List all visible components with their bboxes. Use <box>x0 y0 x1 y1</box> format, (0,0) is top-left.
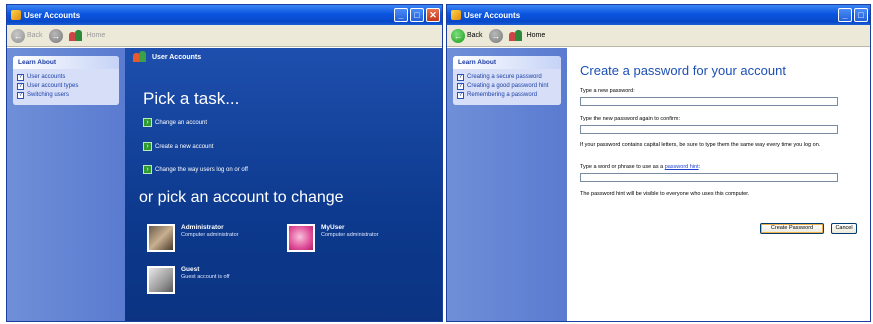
account-myuser[interactable]: MyUser Computer administrator <box>287 224 378 252</box>
task-arrow-icon: › <box>143 118 152 127</box>
back-arrow-icon: ← <box>451 28 465 43</box>
home-icon <box>68 29 83 42</box>
user-accounts-logo-icon <box>133 51 147 63</box>
main-panel: Create a password for your account Type … <box>567 48 870 321</box>
task-arrow-icon: › <box>143 165 152 174</box>
user-accounts-window-right: User Accounts _ □ ← Back → Home Learn Ab… <box>446 4 871 322</box>
learn-item-user-accounts[interactable]: ? User accounts <box>17 74 115 81</box>
home-button[interactable]: Home <box>508 29 545 42</box>
forward-arrow-icon: → <box>488 28 503 43</box>
toolbar: ← Back → Home <box>7 25 442 47</box>
avatar <box>147 266 175 294</box>
password-hint-input[interactable] <box>580 173 838 182</box>
learn-about-box: Learn About ? User accounts ? User accou… <box>13 56 119 105</box>
main-panel: User Accounts Pick a task... › Change an… <box>125 48 442 321</box>
panel-header: User Accounts <box>125 50 442 64</box>
forward-button[interactable]: → <box>488 28 503 43</box>
help-icon: ? <box>457 74 464 81</box>
forward-arrow-icon: → <box>48 28 63 43</box>
pick-task-heading: Pick a task... <box>143 89 240 108</box>
password-hint-label: Type a word or phrase to use as a passwo… <box>580 164 701 170</box>
learn-about-header: Learn About <box>13 56 119 69</box>
avatar <box>287 224 315 252</box>
window-body: Learn About ? User accounts ? User accou… <box>7 48 442 321</box>
pick-account-heading: or pick an account to change <box>139 189 344 206</box>
title-bar[interactable]: User Accounts _ □ <box>447 5 870 25</box>
cancel-button[interactable]: Cancel <box>831 223 857 234</box>
toolbar: ← Back → Home <box>447 25 870 47</box>
window-title: User Accounts <box>464 10 521 20</box>
window-body: Learn About ? Creating a secure password… <box>447 48 870 321</box>
forward-button[interactable]: → <box>48 28 63 43</box>
user-accounts-icon <box>11 10 21 20</box>
new-password-input[interactable] <box>580 97 838 106</box>
task-create-account[interactable]: › Create a new account <box>143 142 213 151</box>
learn-item-secure-password[interactable]: ? Creating a secure password <box>457 74 557 81</box>
home-icon <box>508 29 523 42</box>
learn-item-switching-users[interactable]: ? Switching users <box>17 92 115 99</box>
maximize-button[interactable]: □ <box>854 8 868 22</box>
sidebar: Learn About ? User accounts ? User accou… <box>7 48 125 321</box>
help-icon: ? <box>17 92 24 99</box>
home-button[interactable]: Home <box>68 29 105 42</box>
minimize-button[interactable]: _ <box>394 8 408 22</box>
task-change-account[interactable]: › Change an account <box>143 118 207 127</box>
maximize-button[interactable]: □ <box>410 8 424 22</box>
new-password-label: Type a new password: <box>580 88 635 94</box>
help-icon: ? <box>457 92 464 99</box>
caps-note: If your password contains capital letter… <box>580 142 821 148</box>
hint-visibility-note: The password hint will be visible to eve… <box>580 191 750 197</box>
user-accounts-window-left: User Accounts _ □ ✕ ← Back → Home Learn … <box>6 4 443 322</box>
help-icon: ? <box>17 74 24 81</box>
title-bar[interactable]: User Accounts _ □ ✕ <box>7 5 442 25</box>
create-password-button[interactable]: Create Password <box>760 223 824 234</box>
confirm-password-label: Type the new password again to confirm: <box>580 116 680 122</box>
back-button[interactable]: ← Back <box>11 28 43 43</box>
learn-about-header: Learn About <box>453 56 561 69</box>
avatar <box>147 224 175 252</box>
account-guest[interactable]: Guest Guest account is off <box>147 266 230 294</box>
password-hint-link[interactable]: password hint <box>665 164 699 170</box>
learn-item-user-account-types[interactable]: ? User account types <box>17 83 115 90</box>
window-title: User Accounts <box>24 10 81 20</box>
sidebar: Learn About ? Creating a secure password… <box>447 48 567 321</box>
task-change-logon[interactable]: › Change the way users log on or off <box>143 165 248 174</box>
back-arrow-icon: ← <box>11 28 25 43</box>
learn-item-remembering-password[interactable]: ? Remembering a password <box>457 92 557 99</box>
close-button[interactable]: ✕ <box>426 8 440 22</box>
back-button[interactable]: ← Back <box>451 28 483 43</box>
learn-about-box: Learn About ? Creating a secure password… <box>453 56 561 105</box>
task-arrow-icon: › <box>143 142 152 151</box>
confirm-password-input[interactable] <box>580 125 838 134</box>
minimize-button[interactable]: _ <box>838 8 852 22</box>
help-icon: ? <box>17 83 24 90</box>
learn-item-password-hint[interactable]: ? Creating a good password hint <box>457 83 557 90</box>
help-icon: ? <box>457 83 464 90</box>
user-accounts-icon <box>451 10 461 20</box>
account-administrator[interactable]: Administrator Computer administrator <box>147 224 238 252</box>
page-title: Create a password for your account <box>580 63 786 78</box>
